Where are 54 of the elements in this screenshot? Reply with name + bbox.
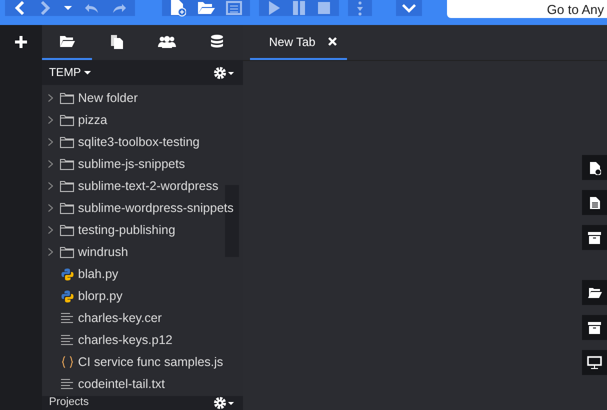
- play-icon[interactable]: [267, 0, 281, 16]
- folder-icon: [60, 246, 74, 258]
- python-icon: [60, 268, 74, 280]
- folder-icon: [60, 114, 74, 126]
- file-name[interactable]: charles-key.cer: [78, 311, 162, 325]
- file-name[interactable]: CI service func samples.js: [78, 355, 224, 369]
- text-file-icon: [60, 378, 74, 390]
- file-name[interactable]: pizza: [78, 113, 108, 127]
- monitor-icon[interactable]: [587, 356, 602, 369]
- file-name[interactable]: testing-publishing: [78, 223, 176, 237]
- editor-tab[interactable]: New Tab: [250, 25, 348, 60]
- settings-icon[interactable]: [213, 396, 235, 410]
- file-name[interactable]: charles-keys.p12: [78, 333, 172, 347]
- braces-icon: [62, 356, 72, 368]
- database-icon: [210, 34, 224, 50]
- text-file-icon: [60, 334, 74, 346]
- file-name[interactable]: sublime-wordpress-snippets: [78, 201, 234, 215]
- new-file-icon[interactable]: [588, 160, 600, 174]
- forward-icon[interactable]: [38, 0, 52, 16]
- files-icon: [110, 34, 124, 50]
- folder-icon: [60, 136, 74, 148]
- folder-icon: [60, 202, 74, 214]
- file-name[interactable]: blorp.py: [78, 289, 122, 303]
- folder-icon: [60, 158, 74, 170]
- text-file-icon: [60, 312, 74, 324]
- file-name[interactable]: blah.py: [78, 267, 118, 281]
- file-name[interactable]: codeintel-tail.txt: [78, 377, 165, 391]
- close-icon[interactable]: [328, 37, 338, 46]
- caret-icon[interactable]: [84, 70, 91, 75]
- folder-icon: [60, 180, 74, 192]
- folder-icon: [60, 92, 74, 104]
- step-icon[interactable]: [356, 0, 364, 16]
- python-icon: [60, 290, 74, 302]
- back-icon[interactable]: [13, 0, 27, 16]
- file-name[interactable]: New folder: [78, 91, 138, 105]
- places-title[interactable]: TEMP: [49, 66, 91, 78]
- file-name[interactable]: sublime-text-2-wordpress: [78, 179, 218, 193]
- folder-icon[interactable]: [588, 286, 602, 298]
- chevron-down-icon[interactable]: [401, 2, 417, 14]
- file-name[interactable]: windrush: [78, 245, 128, 259]
- folder-icon: [60, 224, 74, 236]
- projects-title: Projects: [49, 396, 89, 409]
- stop-icon[interactable]: [317, 0, 331, 16]
- folder-icon: [59, 35, 75, 48]
- plus-icon[interactable]: [14, 35, 28, 49]
- go-to-anything-field[interactable]: Go to Any: [447, 0, 607, 18]
- file-name[interactable]: sublime-js-snippets: [78, 157, 185, 171]
- settings-icon[interactable]: [213, 66, 235, 80]
- archive-icon[interactable]: [588, 232, 601, 244]
- file-name[interactable]: sqlite3-toolbox-testing: [78, 135, 200, 149]
- pause-icon[interactable]: [292, 0, 306, 16]
- users-icon: [158, 34, 176, 48]
- document-icon[interactable]: [588, 196, 600, 210]
- archive-icon[interactable]: [588, 322, 601, 334]
